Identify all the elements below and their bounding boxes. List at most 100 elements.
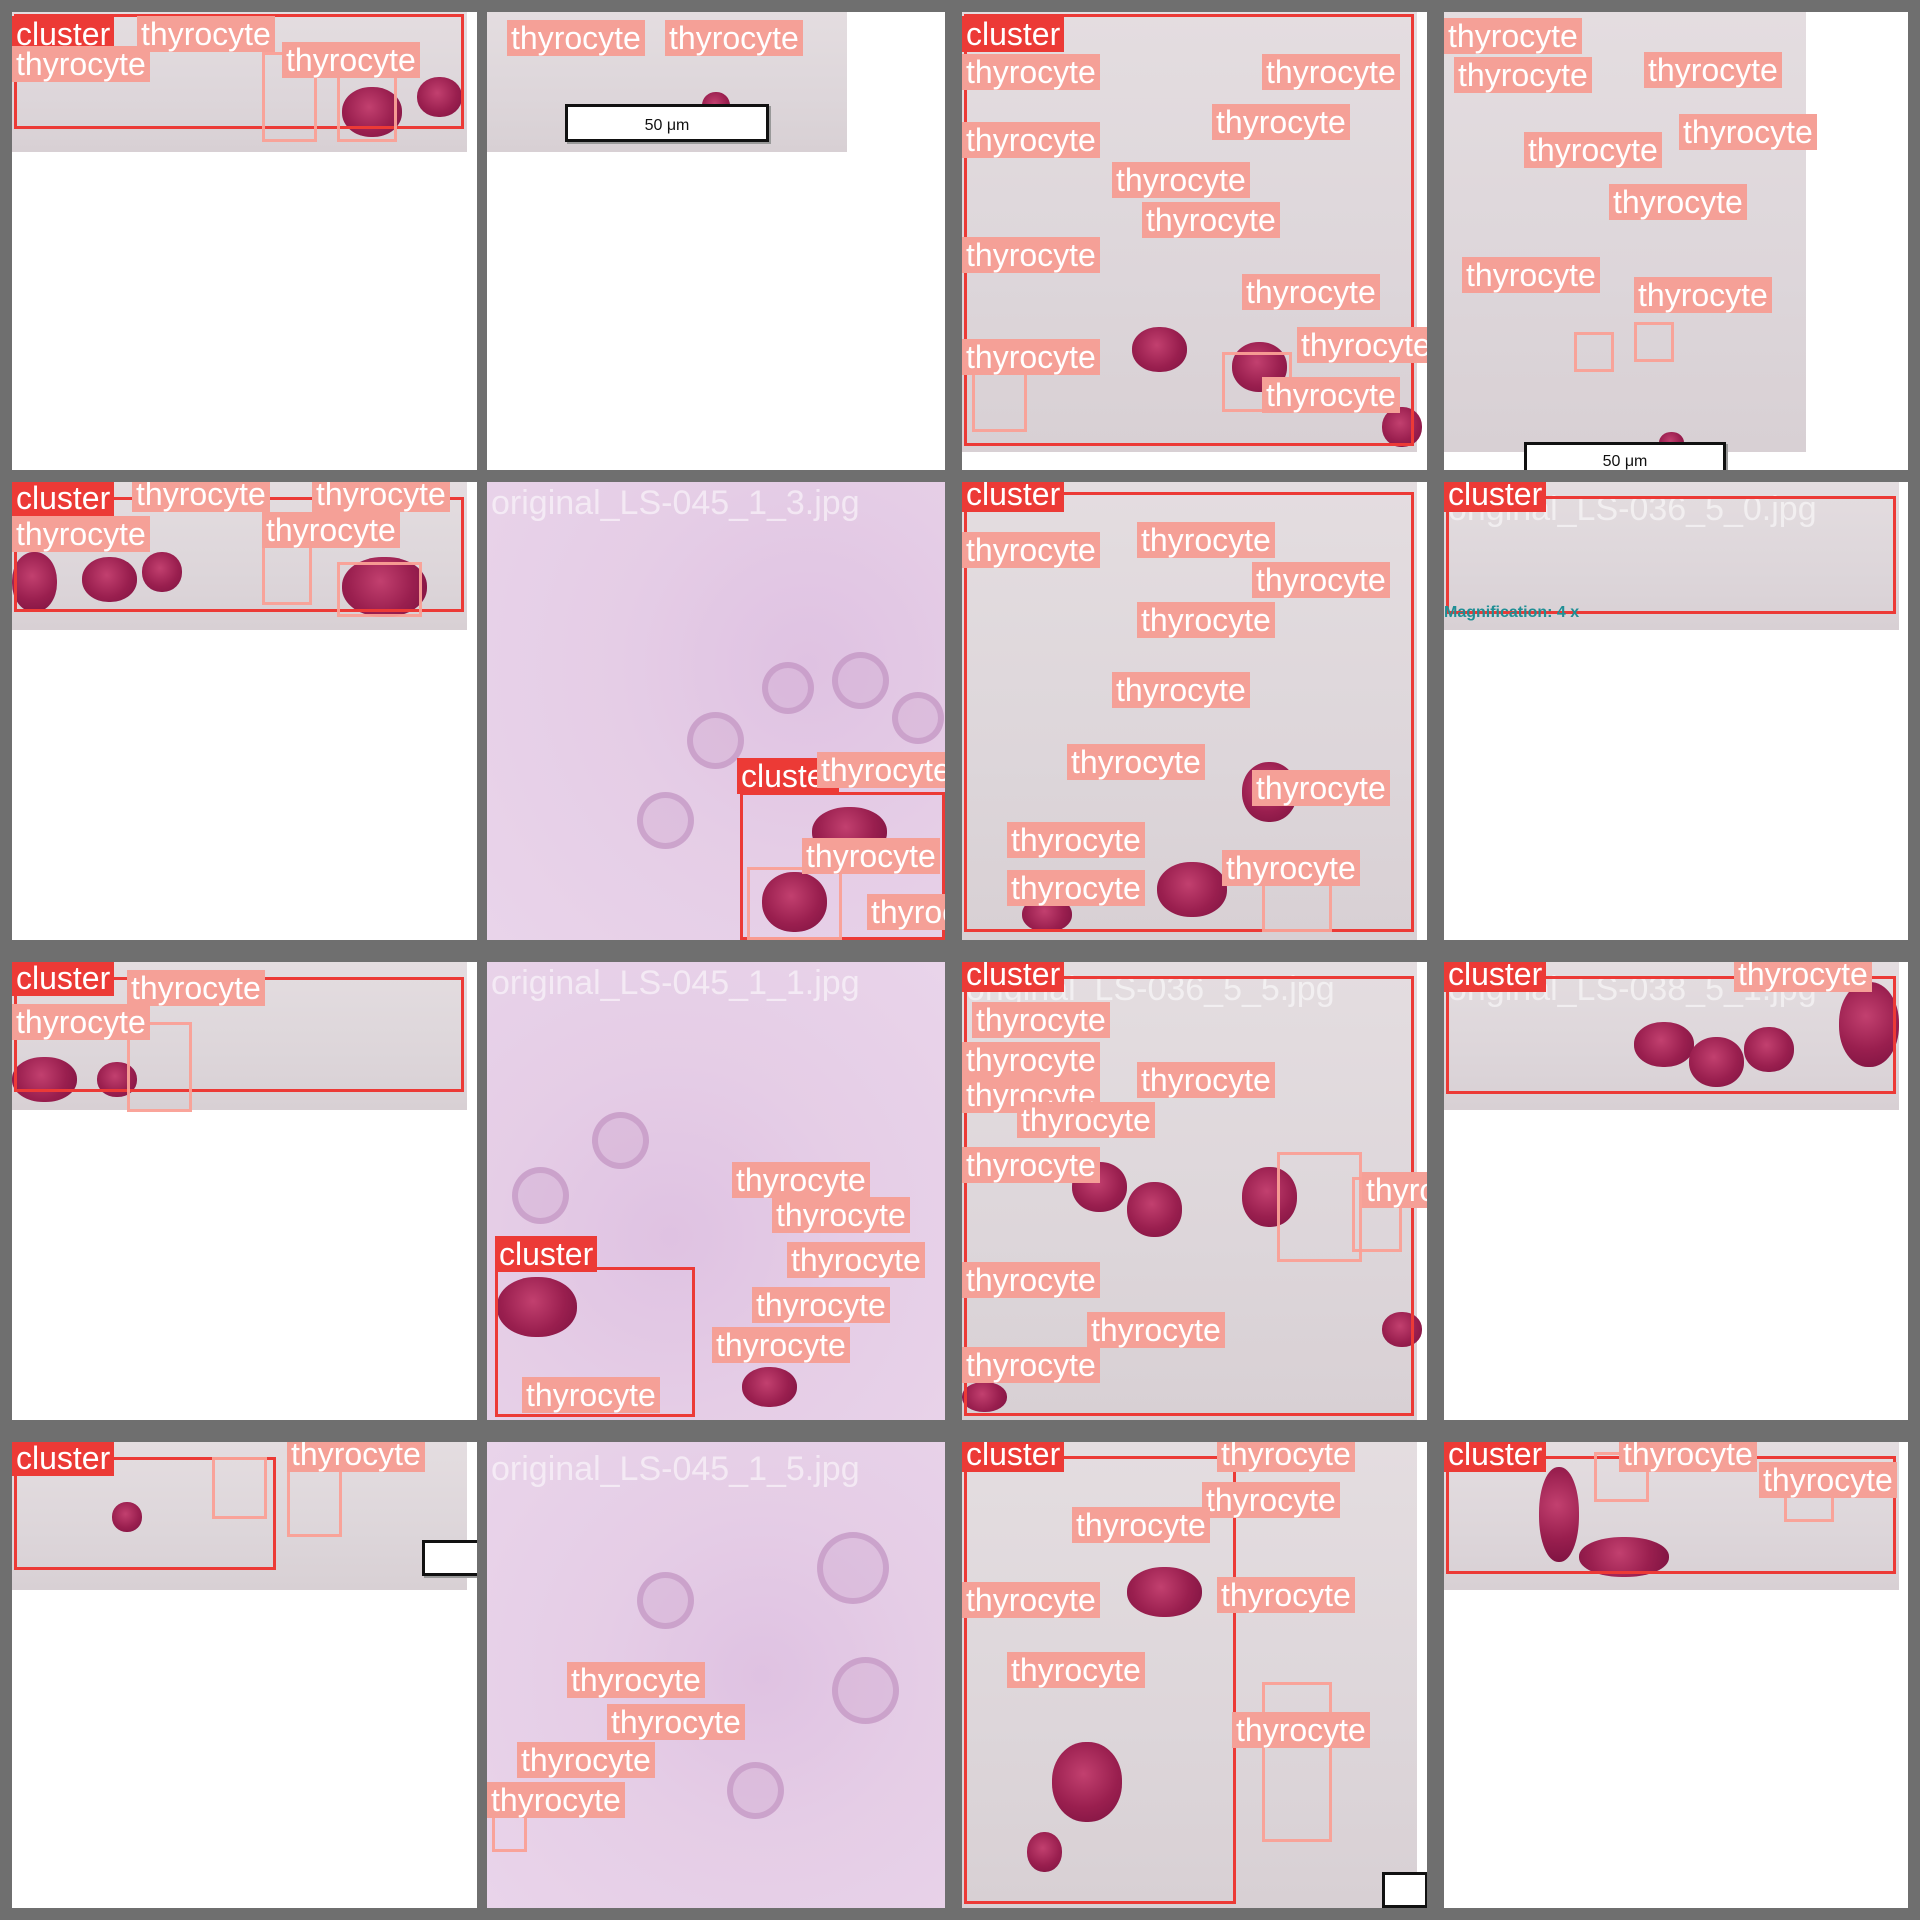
tile-7: cluster thyrocyte thyrocyte thyrocyte th… [962,482,1427,940]
thyrocyte-label: thyrocyte [1142,202,1280,238]
thyrocyte-label: thyrocyte [1217,1442,1355,1472]
filename-label: original_LS-045_1_5.jpg [491,1450,860,1488]
thyrocyte-label: thyrocyte [1087,1312,1225,1348]
thyrocyte-box [492,1812,527,1852]
thyrocyte-label: thyrocyte [1222,850,1360,886]
scale-bar [422,1540,477,1576]
thyrocyte-label: thyrocyte [1202,1482,1340,1518]
cell [762,662,814,714]
thyrocyte-label: thyrocyte [1444,18,1582,54]
thyrocyte-label: thyrocyte [1454,57,1592,93]
cell [742,1367,797,1407]
scale-bar: 50 μm [565,104,769,142]
thyrocyte-label: thyrocyte [1112,162,1250,198]
thyrocyte-label: thyrocyte [1609,184,1747,220]
tile-13: cluster thyrocyte [12,1442,477,1908]
thyrocyte-label: thyrocyte [1734,962,1872,992]
thyrocyte-label: thyrocyte [137,16,275,52]
thyrocyte-label: thyrocyte [12,46,150,82]
cluster-label: cluster [962,482,1065,512]
thyrocyte-label: thyrocyte [507,20,645,56]
thyrocyte-label: thyrocyte [1679,114,1817,150]
cluster-box [1446,976,1896,1094]
thyrocyte-label: thyrocyte [1007,1652,1145,1688]
thyrocyte-label: thyrocyte [665,20,803,56]
tile-16: cluster thyrocyte thyrocyte [1444,1442,1908,1908]
thyrocyte-label: thyrocyte [752,1287,890,1323]
cluster-label: cluster [1444,1442,1547,1472]
cluster-label: cluster [1444,482,1547,512]
cluster-box [1446,496,1896,614]
thyrocyte-label: thyrocyte [517,1742,655,1778]
cell [637,792,694,849]
cluster-label: cluster [1444,962,1547,992]
thyrocyte-label: thyrocyte [1759,1462,1897,1498]
cell [892,692,944,744]
thyrocyte-label: thyrocyte [1137,522,1275,558]
filename-label: original_LS-045_1_1.jpg [491,964,860,1002]
thyrocyte-label: thyrocyte [732,1162,870,1198]
thyrocyte-label: thyrocyte [787,1242,925,1278]
thyrocyte-label: thyrocyte [1462,257,1600,293]
thyrocyte-label: thyrocyte [487,1782,625,1818]
thyrocyte-label: thyrocyte [1297,327,1427,363]
thyrocyte-label: thyrocyte [1232,1712,1370,1748]
thyrocyte-label: thyrocyte [1252,562,1390,598]
thyrocyte-label: thyrocyte [1242,274,1380,310]
thyrocyte-label: thyrocyte [1262,377,1400,413]
tile-1: cluster thyrocyte thyrocyte thyrocyte [12,12,477,470]
tile-3: cluster thyrocyte thyrocyte thyrocyte th… [962,12,1427,470]
thyrocyte-box [1634,322,1674,362]
thyrocyte-label: thyrocyte [962,237,1100,273]
thyrocyte-box [212,1457,267,1519]
tile-5: cluster thyrocyte thyrocyte thyrocyte th… [12,482,477,940]
thyrocyte-label: thyrocyte [1619,1442,1757,1472]
thyrocyte-box [972,372,1027,432]
thyrocyte-label: thyrocyte [1362,1172,1427,1208]
cell [832,652,889,709]
tile-2: 50 μm thyrocyte thyrocyte [487,12,945,470]
thyrocyte-label: thyrocyte [962,532,1100,568]
thyrocyte-label: thyrocyte [1067,744,1205,780]
thyrocyte-box [1574,332,1614,372]
thyrocyte-label: thyrocyte [1217,1577,1355,1613]
thyrocyte-label: thyrocyte [12,1004,150,1040]
thyrocyte-label: thyrocyte [962,1347,1100,1383]
thyrocyte-box [262,540,312,605]
tile-4: 50 μm thyrocyte thyrocyte thyrocyte thyr… [1444,12,1908,470]
tile-15: cluster thyrocyte thyrocyte thyrocyte th… [962,1442,1427,1908]
tile-6: original_LS-045_1_3.jpg cluster thyrocyt… [487,482,945,940]
scale-bar-label: 50 μm [644,117,690,134]
thyrocyte-label: thyrocyte [962,339,1100,375]
thyrocyte-label: thyrocyte [962,122,1100,158]
thyrocyte-label: thyrocyte [1017,1102,1155,1138]
thyrocyte-label: thyrocyte [962,54,1100,90]
filename-label: original_LS-045_1_3.jpg [491,484,860,522]
tile-11: original_LS-036_5_5.jpg cluster thyrocyt… [962,962,1427,1420]
thyrocyte-label: thyrocyte [962,1582,1100,1618]
thyrocyte-label: thyrocyte [12,516,150,552]
tile-12: original_LS-038_5_1.jpg cluster thyrocyt… [1444,962,1908,1420]
detection-mosaic: cluster thyrocyte thyrocyte thyrocyte 50… [0,0,1920,1920]
cluster-label: cluster [962,1442,1065,1472]
thyrocyte-label: thyrocyte [802,838,940,874]
thyrocyte-label: thyrocyte [607,1704,745,1740]
thyrocyte-box [747,867,842,940]
thyrocyte-label: thyrocyte [962,1147,1100,1183]
thyrocyte-label: thyrocyte [567,1662,705,1698]
thyrocyte-label: thyrocyte [282,42,420,78]
thyrocyte-label: thyrocyte [1112,672,1250,708]
thyrocyte-label: thyrocyte [1252,770,1390,806]
tile-8: original_LS-036_5_0.jpg Magnification: 4… [1444,482,1908,940]
thyrocyte-label: thyrocyte [522,1377,660,1413]
cell [687,712,744,769]
thyrocyte-label: thyrocyte [962,1262,1100,1298]
cluster-label: cluster [12,482,115,516]
scale-bar [1382,1872,1427,1908]
cell [817,1532,889,1604]
cluster-label: cluster [962,16,1065,52]
thyrocyte-label: thyrocyte [712,1327,850,1363]
cell [512,1167,569,1224]
thyrocyte-label: thyrocyte [1212,104,1350,140]
thyrocyte-label: thyrocyte [262,512,400,548]
